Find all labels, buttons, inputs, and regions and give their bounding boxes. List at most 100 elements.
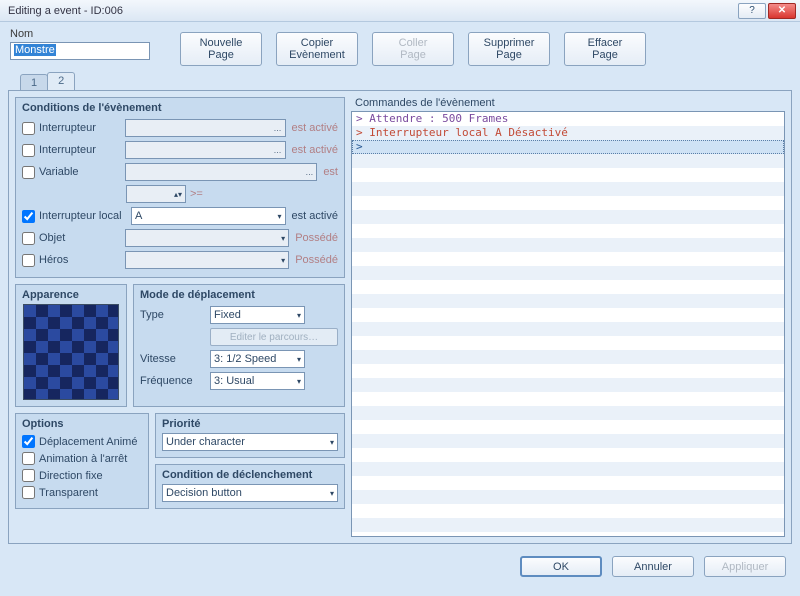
move-type-combo[interactable]: Fixed▾ [210,306,305,324]
opt-dirfix-check[interactable] [22,469,35,482]
opt-moveanim-check[interactable] [22,435,35,448]
switch1-suffix: est activé [292,122,338,134]
movement-title: Mode de déplacement [140,289,338,301]
clear-page-button[interactable]: Effacer Page [564,32,646,66]
appearance-group: Apparence [15,284,127,407]
command-line[interactable] [352,210,784,224]
switch2-label: Interrupteur [39,144,125,156]
command-line[interactable] [352,406,784,420]
opt-stopanim-check[interactable] [22,452,35,465]
name-input[interactable]: Monstre [10,42,150,60]
command-line[interactable]: > [352,140,784,154]
tab-2[interactable]: 2 [47,72,75,90]
commands-list[interactable]: > Attendre : 500 Frames> Interrupteur lo… [351,111,785,537]
priority-combo[interactable]: Under character▾ [162,433,338,451]
options-title: Options [22,418,142,430]
ok-button[interactable]: OK [520,556,602,577]
command-line[interactable] [352,448,784,462]
item-check[interactable] [22,232,35,245]
apply-button[interactable]: Appliquer [704,556,786,577]
delete-page-button[interactable]: Supprimer Page [468,32,550,66]
close-button[interactable]: ✕ [768,3,796,19]
variable-combo[interactable]: … [125,163,317,181]
options-group: Options Déplacement Animé Animation à l'… [15,413,149,509]
command-line[interactable] [352,266,784,280]
opt-dirfix-label: Direction fixe [39,470,103,482]
movement-group: Mode de déplacement Type Fixed▾ Editer l… [133,284,345,407]
command-line[interactable] [352,294,784,308]
variable-label: Variable [39,166,125,178]
tab-1[interactable]: 1 [20,74,48,90]
move-speed-combo[interactable]: 3: 1/2 Speed▾ [210,350,305,368]
variable-cmp: >= [190,188,203,200]
new-page-button[interactable]: Nouvelle Page [180,32,262,66]
command-line[interactable] [352,434,784,448]
localsw-check[interactable] [22,210,35,223]
command-line[interactable] [352,392,784,406]
edit-route-button[interactable]: Editer le parcours… [210,328,338,346]
switch1-check[interactable] [22,122,35,135]
command-line[interactable] [352,322,784,336]
command-line[interactable] [352,490,784,504]
priority-title: Priorité [162,418,338,430]
command-line[interactable] [352,364,784,378]
command-line[interactable] [352,336,784,350]
command-line[interactable] [352,504,784,518]
command-line[interactable] [352,154,784,168]
switch2-combo[interactable]: … [125,141,286,159]
name-label: Nom [10,28,180,40]
title-bar: Editing a event - ID:006 ? ✕ [0,0,800,22]
opt-transparent-label: Transparent [39,487,98,499]
command-line[interactable] [352,280,784,294]
window-title: Editing a event - ID:006 [8,5,738,17]
command-line[interactable]: > Interrupteur local A Désactivé [352,126,784,140]
command-line[interactable] [352,476,784,490]
opt-transparent-check[interactable] [22,486,35,499]
conditions-title: Conditions de l'évènement [22,102,338,114]
hero-combo[interactable]: ▾ [125,251,289,269]
command-line[interactable] [352,252,784,266]
conditions-group: Conditions de l'évènement Interrupteur …… [15,97,345,278]
command-line[interactable] [352,462,784,476]
item-suffix: Possédé [295,232,338,244]
move-freq-label: Fréquence [140,375,210,387]
move-type-label: Type [140,309,210,321]
help-button[interactable]: ? [738,3,766,19]
command-line[interactable] [352,518,784,532]
move-freq-combo[interactable]: 3: Usual▾ [210,372,305,390]
opt-moveanim-label: Déplacement Animé [39,436,137,448]
item-label: Objet [39,232,125,244]
command-line[interactable] [352,378,784,392]
command-line[interactable] [352,350,784,364]
opt-stopanim-label: Animation à l'arrêt [39,453,127,465]
command-line[interactable] [352,168,784,182]
hero-check[interactable] [22,254,35,267]
commands-title: Commandes de l'évènement [355,97,785,109]
command-line[interactable]: > Attendre : 500 Frames [352,112,784,126]
variable-suffix: est [323,166,338,178]
appearance-image[interactable] [23,304,119,400]
variable-num[interactable]: ▴▾ [126,185,186,203]
command-line[interactable] [352,182,784,196]
trigger-combo[interactable]: Decision button▾ [162,484,338,502]
command-line[interactable] [352,308,784,322]
localsw-suffix: est activé [292,210,338,222]
paste-page-button[interactable]: Coller Page [372,32,454,66]
switch1-combo[interactable]: … [125,119,286,137]
localsw-label: Interrupteur local [39,210,131,222]
appearance-title: Apparence [22,289,120,301]
cancel-button[interactable]: Annuler [612,556,694,577]
switch1-label: Interrupteur [39,122,125,134]
command-line[interactable] [352,238,784,252]
priority-group: Priorité Under character▾ [155,413,345,458]
switch2-check[interactable] [22,144,35,157]
trigger-group: Condition de déclenchement Decision butt… [155,464,345,509]
copy-event-button[interactable]: Copier Evènement [276,32,358,66]
command-line[interactable] [352,224,784,238]
item-combo[interactable]: ▾ [125,229,289,247]
command-line[interactable] [352,196,784,210]
command-line[interactable] [352,420,784,434]
page-tabs: 1 2 [0,72,800,90]
localsw-combo[interactable]: A▾ [131,207,286,225]
variable-check[interactable] [22,166,35,179]
